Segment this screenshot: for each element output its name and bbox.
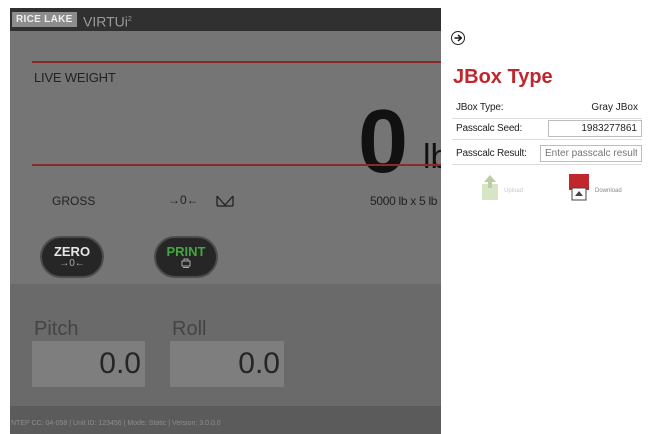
weight-bottom-divider	[32, 164, 441, 166]
capacity-label: 5000 lb x 5 lb	[370, 194, 438, 208]
rice-lake-logo: RICE LAKE	[12, 12, 77, 27]
pitch-value-box: 0.0	[32, 341, 145, 387]
print-button[interactable]: PRINT	[154, 236, 218, 278]
panel-title: JBox Type	[453, 66, 553, 88]
upload-button[interactable]: Upload	[481, 174, 523, 207]
top-bar: RICE LAKE VIRTUi2	[10, 8, 441, 31]
passcalc-seed-field[interactable]	[548, 120, 642, 137]
pitch-label: Pitch	[34, 318, 79, 340]
weight-value: 0	[358, 92, 408, 192]
unit-id: Unit ID: 123456	[73, 420, 122, 427]
printer-icon	[156, 258, 216, 272]
center-of-zero-indicator: →0←	[168, 193, 199, 207]
jbox-type-value[interactable]: Gray JBox	[591, 102, 638, 113]
download-label: Download	[595, 188, 622, 194]
passcalc-result-input[interactable]	[540, 145, 642, 162]
upload-label: Upload	[504, 188, 524, 194]
passcalc-result-row: Passcalc Result:	[452, 144, 642, 165]
virtui-logo: VIRTUi2	[83, 13, 132, 30]
weight-panel: LIVE WEIGHT 0 lb GROSS →0← 5000 lb x 5 l…	[10, 31, 441, 284]
status-footer: NTEP CC: 04-058 | Unit ID: 123456 | Mode…	[10, 406, 441, 434]
zero-arrows-icon: →0←	[59, 258, 85, 269]
download-icon	[569, 174, 589, 201]
tilt-panel: Pitch 0.0 Roll 0.0	[10, 284, 441, 406]
download-button[interactable]: Download	[569, 174, 622, 207]
mode-status: Mode: Static	[127, 420, 167, 427]
gross-mode-label: GROSS	[52, 194, 96, 208]
version: Version: 3.0.0.0	[172, 420, 221, 427]
roll-value-box: 0.0	[170, 341, 284, 387]
jbox-type-label: JBox Type:	[456, 102, 504, 113]
arrow-right-icon[interactable]	[451, 31, 465, 45]
stable-icon	[216, 195, 234, 207]
zero-button-label: ZERO	[53, 244, 91, 259]
print-button-label: PRINT	[166, 244, 206, 259]
upload-icon	[482, 175, 498, 200]
pitch-value: 0.0	[99, 347, 141, 380]
passcalc-result-label: Passcalc Result:	[456, 148, 527, 159]
passcalc-seed-row: Passcalc Seed:	[452, 119, 642, 140]
footer-info: NTEP CC: 04-058 | Unit ID: 123456 | Mode…	[11, 420, 221, 427]
zero-button[interactable]: ZERO →0←	[40, 236, 104, 278]
roll-label: Roll	[172, 318, 207, 340]
jbox-type-row: JBox Type: Gray JBox	[452, 98, 642, 119]
weight-top-divider	[32, 61, 441, 63]
passcalc-seed-label: Passcalc Seed:	[456, 123, 523, 134]
roll-value: 0.0	[238, 347, 280, 380]
ntep-cc: NTEP CC: 04-058	[11, 420, 68, 427]
live-weight-label: LIVE WEIGHT	[34, 70, 116, 85]
jbox-side-panel: JBox Type JBox Type: Gray JBox Passcalc …	[441, 8, 649, 434]
app-background: RICE LAKE VIRTUi2 LIVE WEIGHT 0 lb GROSS…	[10, 8, 441, 434]
weight-unit: lb	[423, 138, 441, 176]
